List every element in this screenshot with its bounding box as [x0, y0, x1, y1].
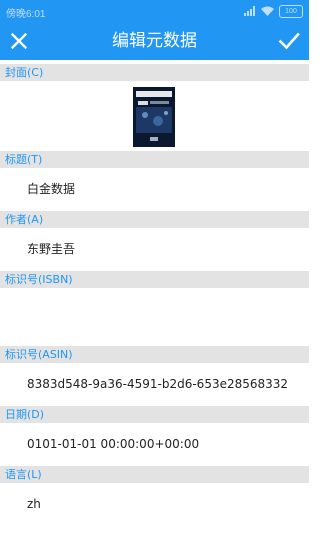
status-time: 傍晚6:01 — [6, 9, 46, 20]
date-field[interactable]: 0101-01-01 00:00:00+00:00 — [0, 423, 309, 466]
language-field[interactable]: zh — [0, 483, 309, 526]
book-cover-image[interactable] — [133, 87, 175, 147]
check-icon[interactable] — [277, 29, 301, 53]
cover-section-header: 封面(C) — [0, 64, 309, 81]
metadata-form: 封面(C) 标题(T) 白金数据 作者(A) 东野圭吾 标识号(ISBN) 标识… — [0, 64, 309, 526]
asin-section-header: 标识号(ASIN) — [0, 346, 309, 363]
isbn-section-header: 标识号(ISBN) — [0, 271, 309, 288]
wifi-icon — [261, 6, 274, 16]
page-title: 编辑元数据 — [112, 31, 197, 51]
author-section-header: 作者(A) — [0, 211, 309, 228]
app-bar: 编辑元数据 — [0, 22, 309, 60]
signal-icon — [244, 6, 255, 16]
language-section-header: 语言(L) — [0, 466, 309, 483]
isbn-field[interactable] — [0, 288, 309, 346]
status-icons: 100 — [244, 4, 303, 18]
cover-area — [0, 81, 309, 151]
author-field[interactable]: 东野圭吾 — [0, 228, 309, 271]
asin-field[interactable]: 8383d548-9a36-4591-b2d6-653e28568332 — [0, 363, 309, 406]
battery-indicator: 100 — [279, 4, 303, 18]
title-section-header: 标题(T) — [0, 151, 309, 168]
title-field[interactable]: 白金数据 — [0, 168, 309, 211]
status-bar: 傍晚6:01 100 — [0, 0, 309, 22]
book-cover-art — [133, 87, 175, 147]
date-section-header: 日期(D) — [0, 406, 309, 423]
